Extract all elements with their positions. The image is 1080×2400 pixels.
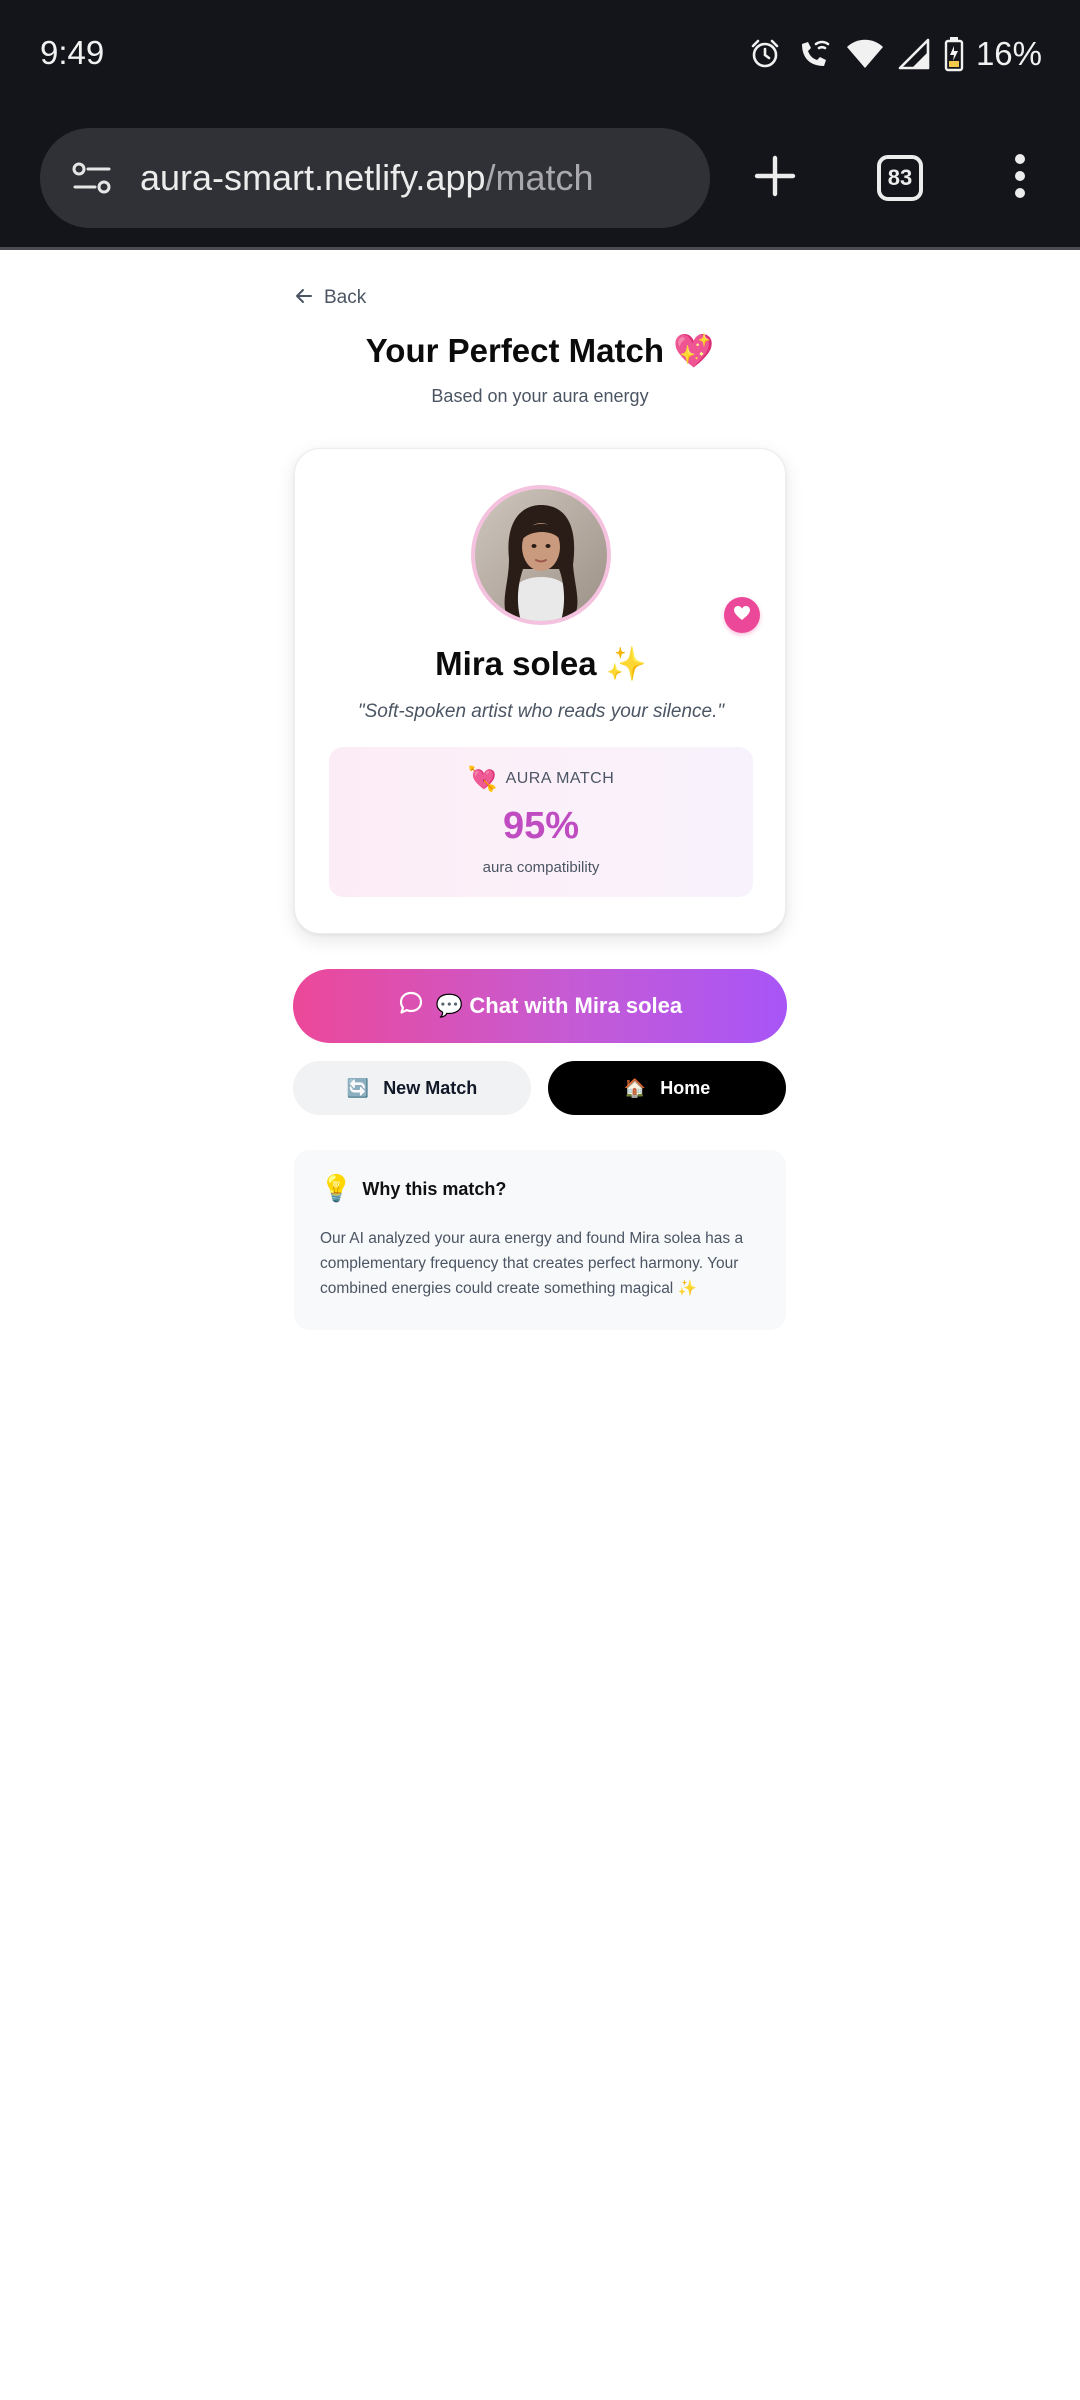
tab-switcher-button[interactable]: 83 [862, 140, 938, 216]
tab-switcher-icon: 83 [876, 154, 924, 202]
new-match-label: New Match [383, 1077, 478, 1098]
heart-icon [733, 605, 751, 626]
aura-label-row: 💘 AURA MATCH [329, 765, 753, 793]
url-text[interactable]: aura-smart.netlify.app/match [140, 157, 594, 199]
battery-percent: 16% [975, 35, 1042, 72]
chat-bubble-icon [398, 990, 424, 1022]
battery-icon [944, 36, 964, 72]
alarm-icon [748, 37, 782, 71]
tab-count: 83 [887, 165, 913, 190]
arrow-left-icon [294, 286, 314, 311]
avatar [471, 485, 611, 625]
match-name: Mira solea ✨ [435, 645, 647, 682]
why-header: 💡 Why this match? [320, 1174, 506, 1204]
refresh-icon: 🔄 [346, 1077, 370, 1099]
heart-arrow-icon: 💘 [467, 765, 498, 793]
url-host: aura-smart.netlify.app [140, 157, 486, 198]
match-card: Mira solea ✨ "Soft-spoken artist who rea… [294, 448, 786, 934]
home-button[interactable]: 🏠 Home [548, 1061, 786, 1115]
wifi-calling-icon [796, 36, 832, 72]
back-label: Back [324, 287, 367, 308]
favorite-heart-button[interactable] [724, 597, 760, 633]
why-text: Our AI analyzed your aura energy and fou… [320, 1230, 744, 1297]
overflow-menu-icon [1012, 153, 1028, 204]
url-path: /match [485, 157, 594, 198]
aura-match-label: AURA MATCH [505, 770, 615, 787]
wifi-icon [846, 38, 884, 70]
chat-button[interactable]: 💬 Chat with Mira solea [293, 969, 787, 1043]
avatar-photo [475, 489, 607, 621]
status-bar: 9:49 16% [0, 0, 1080, 110]
match-quote: "Soft-spoken artist who reads your silen… [357, 701, 725, 722]
new-tab-icon [753, 154, 797, 203]
chat-button-label: 💬 Chat with Mira solea [435, 993, 683, 1018]
aura-caption: aura compatibility [482, 859, 600, 876]
aura-match-box: 💘 AURA MATCH 95% aura compatibility [329, 747, 753, 897]
site-settings-icon[interactable] [62, 148, 122, 208]
page-title: Your Perfect Match 💖 [365, 332, 715, 369]
why-title: Why this match? [362, 1178, 507, 1199]
page-subtitle: Based on your aura energy [431, 386, 649, 406]
aura-percent: 95% [502, 805, 580, 847]
why-this-match-box: 💡 Why this match? Our AI analyzed your a… [294, 1150, 786, 1330]
address-bar[interactable]: aura-smart.netlify.app/match [40, 128, 710, 228]
browser-chrome: 9:49 16% aura-smart.netlify.app/match 83 [0, 0, 1080, 250]
home-icon: 🏠 [623, 1077, 647, 1099]
page-content: Back Your Perfect Match 💖 Based on your … [0, 250, 1080, 2400]
new-match-button[interactable]: 🔄 New Match [293, 1061, 531, 1115]
status-time: 9:49 [40, 34, 105, 71]
new-tab-button[interactable] [737, 140, 813, 216]
home-label: Home [660, 1077, 711, 1098]
back-link[interactable]: Back [294, 282, 366, 314]
status-icons: 16% [748, 30, 1042, 78]
overflow-menu-button[interactable] [982, 140, 1058, 216]
signal-icon [898, 38, 930, 70]
lightbulb-icon: 💡 [320, 1174, 353, 1204]
